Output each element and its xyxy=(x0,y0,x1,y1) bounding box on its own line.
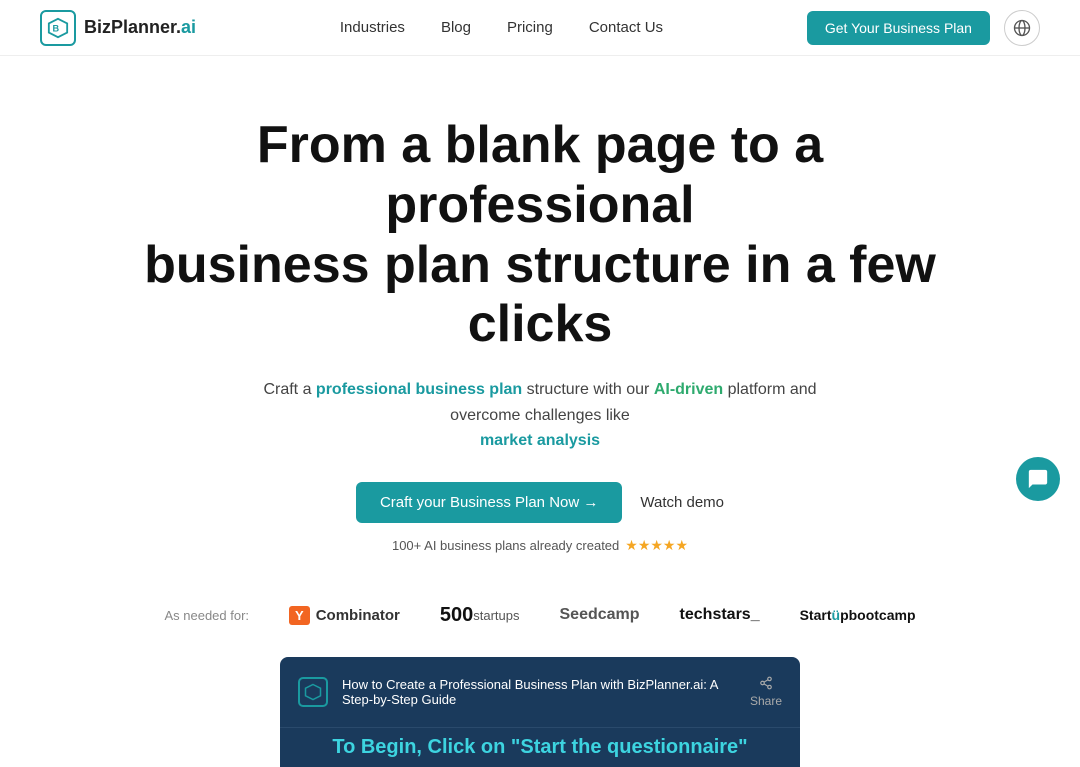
language-selector[interactable] xyxy=(1004,10,1040,46)
video-brand-icon xyxy=(298,677,328,707)
logos-label: As needed for: xyxy=(164,608,249,623)
yc-combinator-logo: Y Combinator xyxy=(289,606,400,625)
watch-demo-button[interactable]: Watch demo xyxy=(640,494,724,511)
nav-links: Industries Blog Pricing Contact Us xyxy=(340,19,663,36)
hero-subtitle: Craft a professional business plan struc… xyxy=(230,377,850,454)
500-startups-logo: 500startups xyxy=(440,604,520,627)
video-section: How to Create a Professional Business Pl… xyxy=(0,647,1080,767)
seedcamp-logo: Seedcamp xyxy=(560,606,640,624)
social-proof: 100+ AI business plans already created ★… xyxy=(40,537,1040,554)
chat-bubble[interactable] xyxy=(1016,457,1060,501)
craft-plan-button[interactable]: Craft your Business Plan Now → xyxy=(356,482,622,523)
techstars-logo: techstars_ xyxy=(680,606,760,624)
nav-contact[interactable]: Contact Us xyxy=(589,19,663,36)
hero-title: From a blank page to a professional busi… xyxy=(140,116,940,355)
nav-industries[interactable]: Industries xyxy=(340,19,405,36)
logo-area: B BizPlanner.ai xyxy=(40,10,196,46)
nav-blog[interactable]: Blog xyxy=(441,19,471,36)
video-container: How to Create a Professional Business Pl… xyxy=(280,657,800,767)
partner-logos: As needed for: Y Combinator 500startups … xyxy=(0,584,1080,647)
hero-actions: Craft your Business Plan Now → Watch dem… xyxy=(40,482,1040,523)
brand-logo-icon: B xyxy=(40,10,76,46)
video-share[interactable]: Share xyxy=(750,676,782,708)
video-caption: To Begin, Click on "Start the questionna… xyxy=(280,727,800,767)
hero-section: From a blank page to a professional busi… xyxy=(0,56,1080,584)
nav-pricing[interactable]: Pricing xyxy=(507,19,553,36)
svg-text:B: B xyxy=(53,23,60,33)
brand-name: BizPlanner.ai xyxy=(84,17,196,38)
video-title: How to Create a Professional Business Pl… xyxy=(342,677,736,707)
navbar-actions: Get Your Business Plan xyxy=(807,10,1040,46)
navbar: B BizPlanner.ai Industries Blog Pricing … xyxy=(0,0,1080,56)
startupbootcamp-logo: Startüpbootcamp xyxy=(800,607,916,623)
video-thumbnail[interactable]: How to Create a Professional Business Pl… xyxy=(280,657,800,727)
get-business-plan-button[interactable]: Get Your Business Plan xyxy=(807,11,990,45)
